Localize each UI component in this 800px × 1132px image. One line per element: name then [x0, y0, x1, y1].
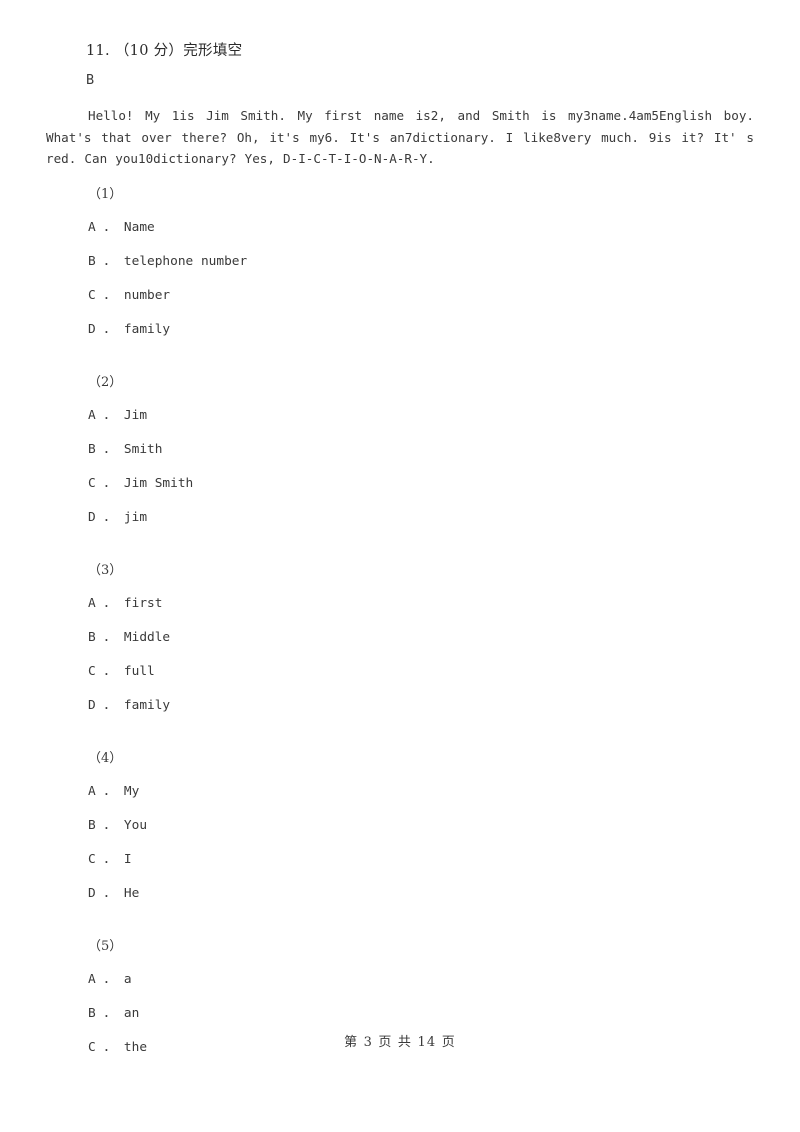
option-c[interactable]: C ． number	[46, 289, 754, 324]
question-3: （3） A ． first B ． Middle C ． full D ． fa…	[46, 546, 754, 734]
question-number: （1）	[88, 186, 123, 202]
question-number: （5）	[88, 938, 123, 954]
exercise-heading: 11. （10 分）完形填空	[86, 43, 243, 59]
option-b[interactable]: B ． You	[46, 819, 754, 854]
question-4: （4） A ． My B ． You C ． I D ． He	[46, 734, 754, 922]
option-c[interactable]: C ． I	[46, 853, 754, 888]
document-page: 11. （10 分）完形填空 B Hello! My 1is Jim Smith…	[0, 0, 800, 1132]
question-5: （5） A ． a B ． an C ． the	[46, 922, 754, 1076]
cloze-passage: Hello! My 1is Jim Smith. My first name i…	[46, 108, 754, 166]
option-a[interactable]: A ． Jim	[46, 409, 754, 444]
option-c[interactable]: C ． Jim Smith	[46, 477, 754, 512]
option-d[interactable]: D ． He	[46, 887, 754, 922]
option-a[interactable]: A ． My	[46, 785, 754, 820]
page-footer: 第 3 页 共 14 页	[344, 1035, 456, 1050]
option-b[interactable]: B ． telephone number	[46, 255, 754, 290]
page-content: 11. （10 分）完形填空 B Hello! My 1is Jim Smith…	[46, 44, 754, 1076]
question-number: （3）	[88, 562, 123, 578]
question-1: （1） A ． Name B ． telephone number C ． nu…	[46, 170, 754, 358]
question-number: （4）	[88, 750, 123, 766]
option-d[interactable]: D ． jim	[46, 511, 754, 546]
section-label: B	[86, 72, 95, 88]
option-a[interactable]: A ． Name	[46, 221, 754, 256]
option-a[interactable]: A ． a	[46, 973, 754, 1008]
question-number: （2）	[88, 374, 123, 390]
question-2: （2） A ． Jim B ． Smith C ． Jim Smith D ． …	[46, 358, 754, 546]
option-b[interactable]: B ． Middle	[46, 631, 754, 666]
option-d[interactable]: D ． family	[46, 323, 754, 358]
option-d[interactable]: D ． family	[46, 699, 754, 734]
option-c[interactable]: C ． full	[46, 665, 754, 700]
option-a[interactable]: A ． first	[46, 597, 754, 632]
option-b[interactable]: B ． Smith	[46, 443, 754, 478]
